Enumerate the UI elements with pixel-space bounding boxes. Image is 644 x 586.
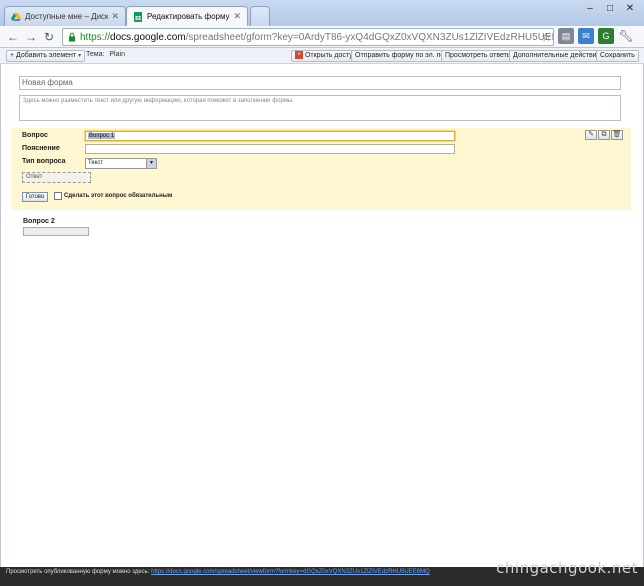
- question-type-label: Тип вопроса: [22, 158, 66, 165]
- status-text: Просмотреть опубликованную форму можно з…: [6, 569, 150, 575]
- share-label: Открыть доступ: [304, 52, 357, 59]
- bookmark-star-icon[interactable]: ☆: [541, 30, 552, 44]
- tab-close-icon[interactable]: ✕: [233, 11, 241, 22]
- email-form-label: Отправить форму по эл. почте: [355, 52, 455, 59]
- back-icon[interactable]: ←: [4, 30, 22, 44]
- url-scheme: https://: [80, 31, 111, 43]
- form-editor: Новая форма Здесь можно разместить текст…: [0, 64, 644, 567]
- google-plus-icon: +: [295, 51, 303, 60]
- question-2-label: Вопрос 2: [23, 218, 55, 225]
- extension-icon[interactable]: ✉: [578, 28, 594, 44]
- theme-value: Plain: [109, 51, 125, 58]
- wrench-icon[interactable]: 🔧︎: [618, 28, 634, 44]
- extension-icon[interactable]: ▤: [558, 28, 574, 44]
- delete-trash-icon[interactable]: 🗑︎: [611, 130, 623, 140]
- lock-icon: [69, 32, 75, 42]
- question-type-value: Текст: [88, 160, 104, 166]
- watermark: chingachgook.net: [496, 559, 638, 577]
- question-label: Вопрос: [22, 132, 48, 139]
- tab-label: Редактировать форму – Фо: [147, 12, 230, 21]
- url-host: docs.google.com: [110, 31, 186, 43]
- chevron-down-icon: ▾: [78, 53, 82, 59]
- url-path: /spreadsheet/gform?key=0ArdyT86-yxQ4dGQx…: [185, 31, 554, 43]
- save-button[interactable]: Сохранить: [596, 50, 639, 62]
- tab-drive[interactable]: Доступные мне – Диск Goog ✕: [4, 6, 126, 26]
- published-form-link[interactable]: https://docs.google.com/spreadsheet/view…: [151, 569, 430, 575]
- minimize-button[interactable]: –: [580, 0, 600, 17]
- form-description-input[interactable]: Здесь можно разместить текст или другую …: [19, 95, 621, 121]
- edit-pencil-icon[interactable]: ✎: [585, 130, 597, 140]
- question-2-answer-box: [23, 227, 89, 236]
- navigation-bar: ← → ↻ https:// docs.google.com /spreadsh…: [0, 26, 644, 48]
- more-actions-label: Дополнительные действия: [513, 52, 601, 59]
- google-drive-icon: [11, 12, 21, 21]
- required-checkbox[interactable]: [54, 192, 62, 200]
- question-type-select[interactable]: Текст ▾: [85, 158, 157, 169]
- theme-selector[interactable]: Тема: Plain: [86, 51, 125, 58]
- question-title-value: Вопрос 1: [88, 133, 116, 139]
- maximize-button[interactable]: □: [600, 0, 620, 17]
- required-label: Сделать этот вопрос обязательным: [64, 193, 173, 199]
- address-bar[interactable]: https:// docs.google.com /spreadsheet/gf…: [62, 28, 554, 46]
- tab-label: Доступные мне – Диск Goog: [25, 12, 109, 21]
- new-tab-button[interactable]: [250, 6, 270, 26]
- save-label: Сохранить: [600, 52, 635, 59]
- google-sheets-icon: [134, 11, 142, 22]
- forward-icon[interactable]: →: [22, 30, 40, 44]
- answer-preview: Ответ: [22, 172, 91, 183]
- theme-label: Тема:: [86, 51, 105, 58]
- question-title-input[interactable]: Вопрос 1: [85, 131, 455, 141]
- view-responses-label: Просмотреть ответы: [445, 52, 512, 59]
- add-item-label: Добавить элемент: [16, 52, 77, 59]
- help-text-label: Пояснение: [22, 145, 60, 152]
- tab-close-icon[interactable]: ✕: [111, 11, 119, 22]
- docs-toolbar: + Добавить элемент ▾ Тема: Plain + Открыт…: [0, 48, 644, 64]
- extensions-area: ▤ ✉ G 🔧︎: [558, 28, 634, 44]
- help-text-input[interactable]: [85, 144, 455, 154]
- more-actions-button[interactable]: Дополнительные действия▾: [509, 50, 610, 62]
- question-actions: ✎ ⧉ 🗑︎: [585, 130, 623, 140]
- form-title-input[interactable]: Новая форма: [19, 76, 621, 90]
- browser-titlebar: Доступные мне – Диск Goog ✕ Редактироват…: [0, 0, 644, 26]
- done-button[interactable]: Готово: [22, 192, 48, 202]
- question-editor: Вопрос Вопрос 1 Пояснение Тип вопроса Те…: [11, 128, 631, 210]
- chevron-down-icon: ▾: [146, 159, 156, 168]
- tab-edit-form[interactable]: Редактировать форму – Фо ✕: [126, 6, 248, 26]
- window-close-button[interactable]: ✕: [620, 0, 640, 17]
- window-controls: – □ ✕: [580, 0, 640, 17]
- duplicate-icon[interactable]: ⧉: [598, 130, 610, 140]
- translate-icon[interactable]: G: [598, 28, 614, 44]
- reload-icon[interactable]: ↻: [40, 30, 58, 44]
- add-item-button[interactable]: + Добавить элемент ▾: [6, 50, 86, 62]
